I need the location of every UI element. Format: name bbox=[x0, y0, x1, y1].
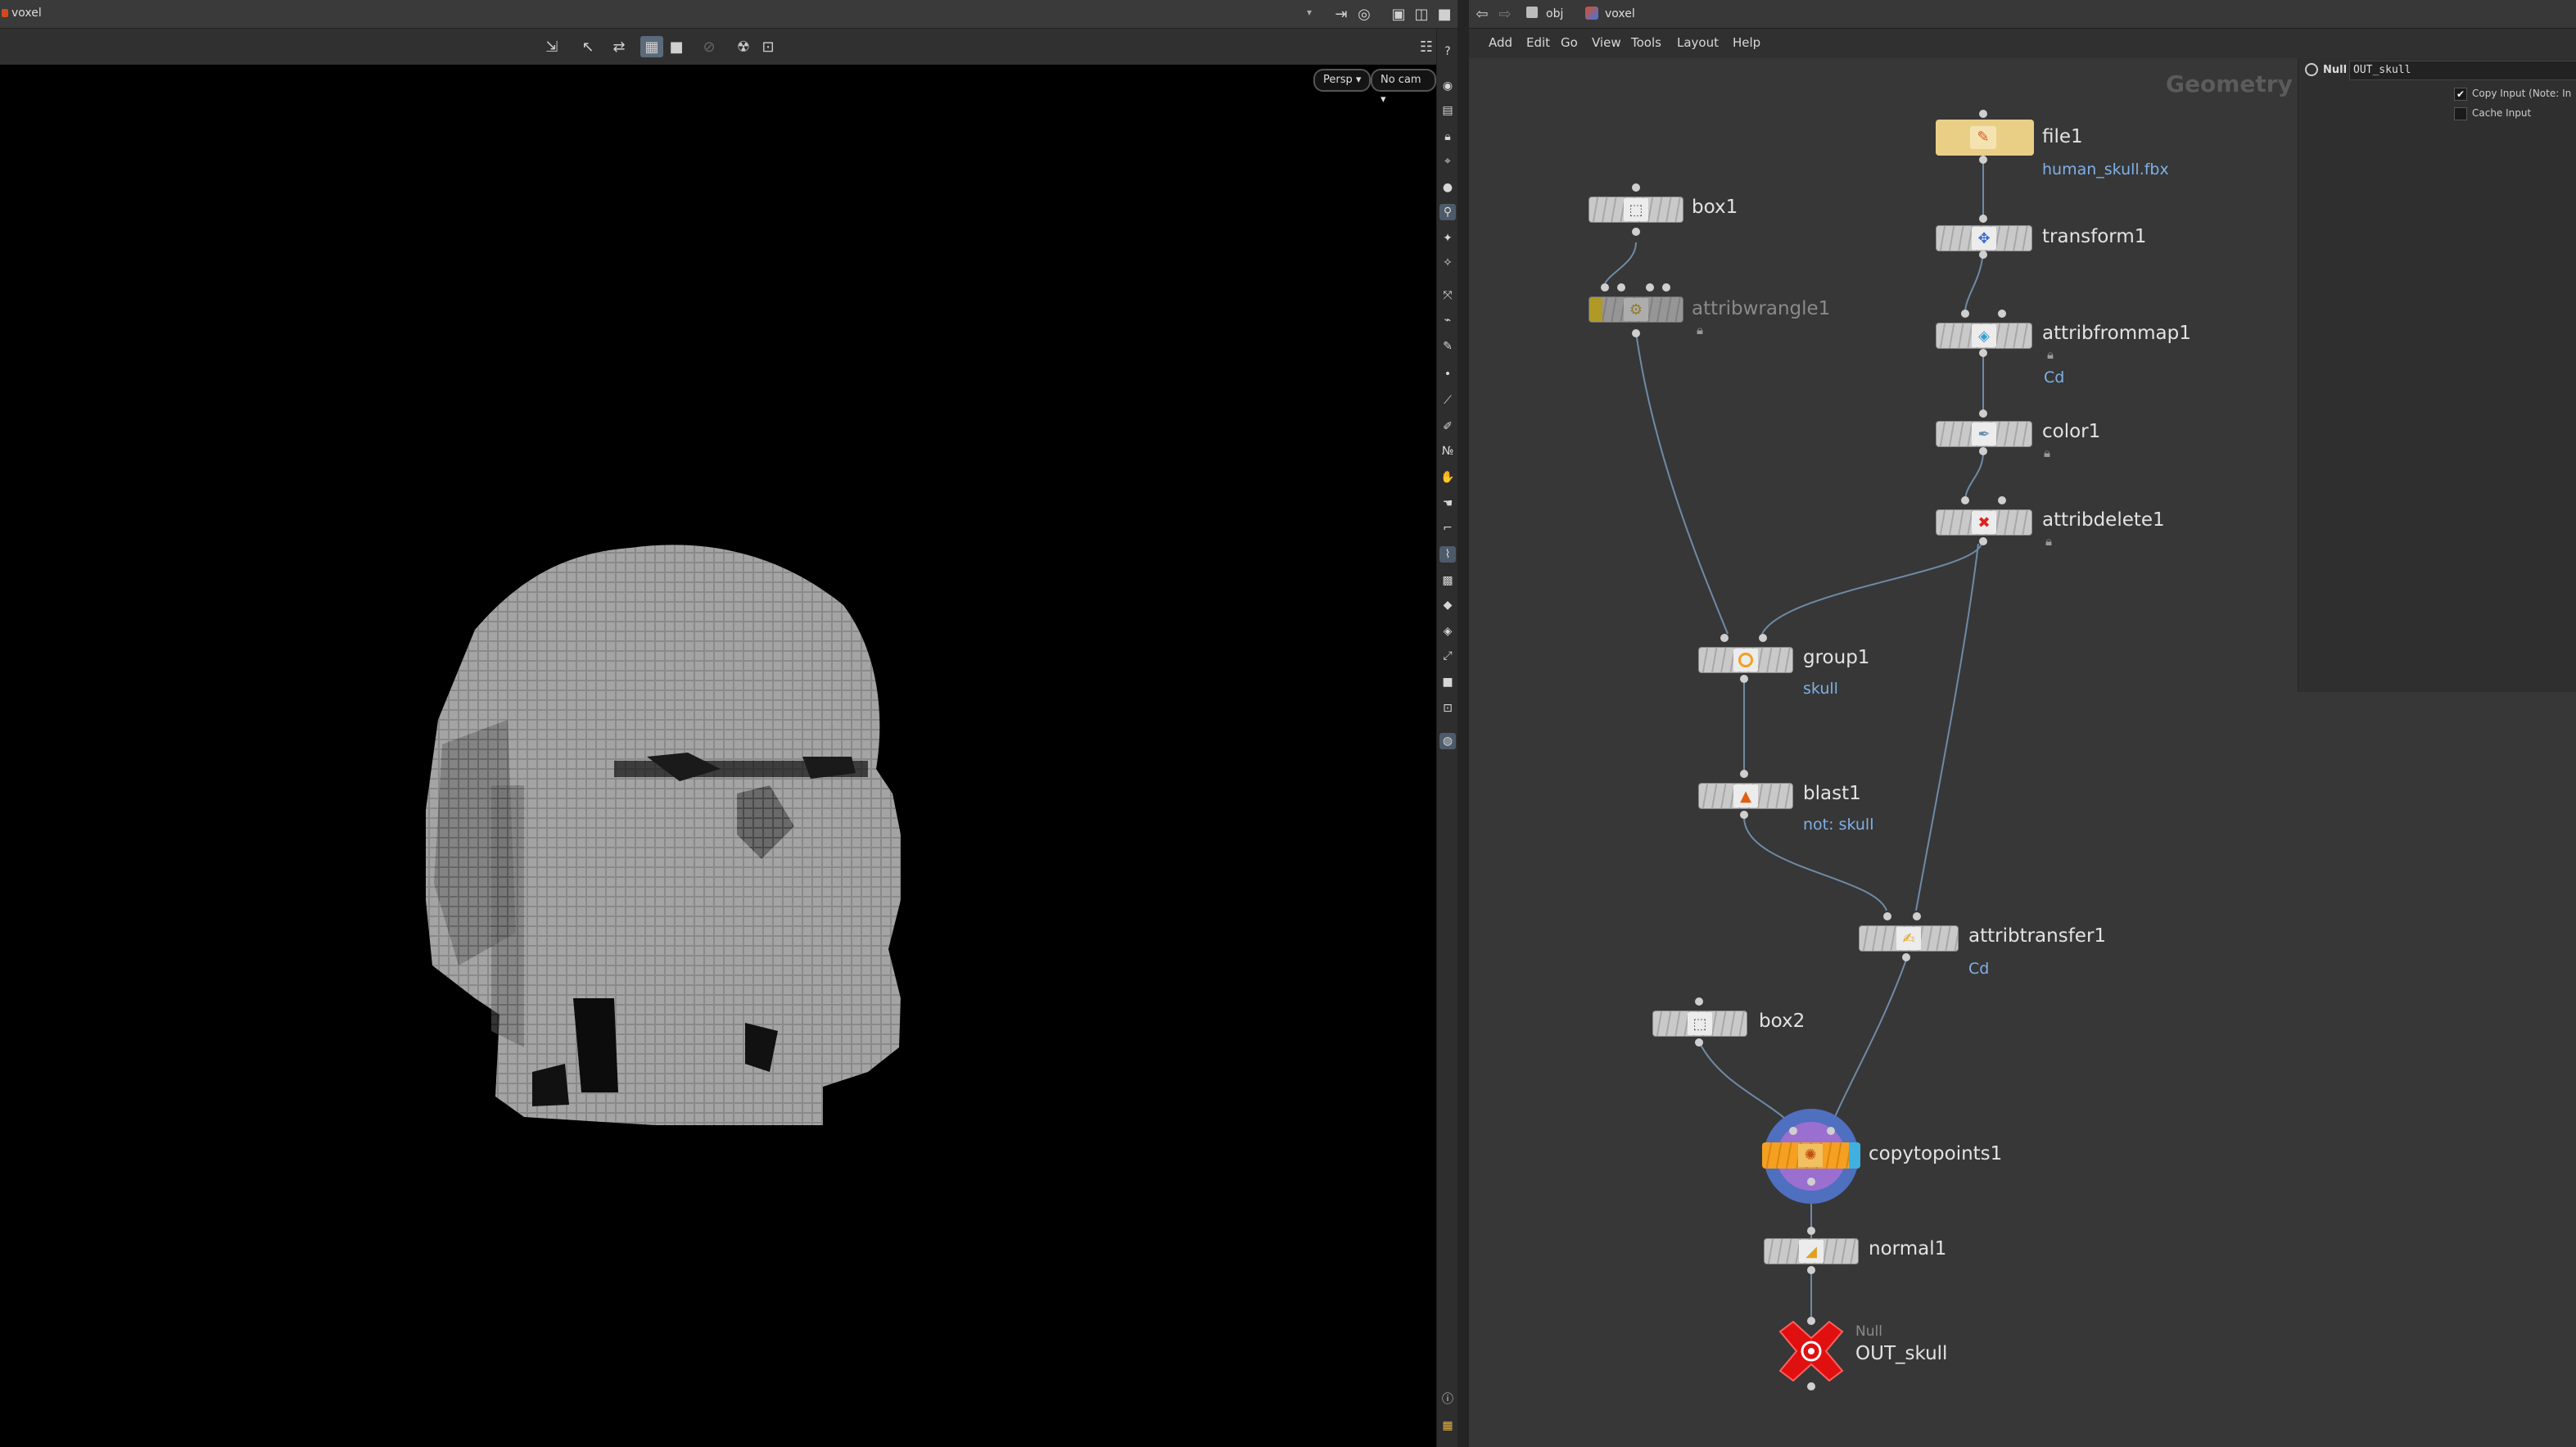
node-label-box1: box1 bbox=[1692, 197, 1738, 218]
box-icon: ⬚ bbox=[1624, 198, 1648, 221]
node-attribwrangle1[interactable]: ⚙ bbox=[1589, 296, 1683, 323]
node-sub-file1: human_skull.fbx bbox=[2042, 161, 2169, 179]
normal-node-icon: ◢ bbox=[1799, 1240, 1824, 1263]
color-node-icon: ✒ bbox=[1972, 423, 1996, 445]
node-attribtransfer1[interactable]: ✍ bbox=[1859, 925, 1959, 952]
node-attribfrommap1[interactable]: ◈ bbox=[1936, 323, 2032, 349]
transfer-node-icon: ✍ bbox=[1896, 927, 1921, 950]
delete-node-icon: ✖ bbox=[1972, 511, 1996, 534]
node-label-blast1: blast1 bbox=[1803, 783, 1861, 804]
node-blast1[interactable]: ▲ bbox=[1698, 783, 1793, 809]
node-sub-attribfrommap1: Cd bbox=[2044, 369, 2065, 387]
node-label-group1: group1 bbox=[1803, 647, 1870, 668]
node-OUT_skull[interactable] bbox=[1775, 1320, 1847, 1382]
node-attribdelete1[interactable]: ✖ bbox=[1936, 509, 2032, 536]
lock-icon: 🔒︎ bbox=[2047, 347, 2054, 362]
node-type-OUT_skull: Null bbox=[1855, 1323, 1882, 1340]
node-label-file1: file1 bbox=[2042, 126, 2083, 147]
node-group1[interactable] bbox=[1698, 647, 1793, 673]
node-label-copytopoints1: copytopoints1 bbox=[1869, 1143, 2003, 1164]
copy-node-icon: ✺ bbox=[1798, 1144, 1823, 1167]
wrangle-node-icon: ⚙ bbox=[1624, 298, 1648, 321]
node-sub-attribtransfer1: Cd bbox=[1968, 960, 1990, 978]
transform-node-icon: ✥ bbox=[1972, 227, 1996, 250]
lock-icon: 🔒︎ bbox=[2044, 445, 2050, 460]
node-label-color1: color1 bbox=[2042, 421, 2101, 442]
group-node-icon bbox=[1733, 649, 1758, 671]
node-color1[interactable]: ✒ bbox=[1936, 421, 2032, 447]
display-flag[interactable] bbox=[1849, 1142, 1860, 1169]
node-label-transform1: transform1 bbox=[2042, 226, 2147, 247]
template-flag[interactable]: ✺ bbox=[1762, 1142, 1860, 1169]
lock-icon: 🔒︎ bbox=[2045, 534, 2052, 549]
bypass-flag[interactable] bbox=[1589, 297, 1602, 322]
node-label-attribtransfer1: attribtransfer1 bbox=[1968, 925, 2107, 947]
node-label-attribdelete1: attribdelete1 bbox=[2042, 509, 2165, 531]
lock-icon: 🔒︎ bbox=[1697, 323, 1703, 337]
node-label-normal1: normal1 bbox=[1869, 1238, 1947, 1259]
node-box1[interactable]: ⬚ bbox=[1589, 197, 1683, 223]
node-copytopoints1[interactable]: ✺ bbox=[1762, 1109, 1860, 1204]
node-normal1[interactable]: ◢ bbox=[1764, 1238, 1859, 1264]
node-transform1[interactable]: ✥ bbox=[1936, 225, 2032, 251]
box-icon: ⬚ bbox=[1688, 1012, 1712, 1035]
network-wires bbox=[1604, 156, 1984, 1320]
node-label-attribfrommap1: attribfrommap1 bbox=[2042, 323, 2191, 344]
map-node-icon: ◈ bbox=[1972, 324, 1996, 347]
blast-node-icon: ▲ bbox=[1733, 785, 1758, 807]
node-box2[interactable]: ⬚ bbox=[1652, 1011, 1747, 1037]
node-sub-group1: skull bbox=[1803, 680, 1838, 698]
file-node-icon: ✎ bbox=[1970, 126, 1996, 149]
node-label-OUT_skull: OUT_skull bbox=[1855, 1343, 1948, 1364]
node-label-attribwrangle1: attribwrangle1 bbox=[1692, 298, 1831, 319]
node-sub-blast1: not: skull bbox=[1803, 816, 1874, 834]
node-label-box2: box2 bbox=[1759, 1011, 1805, 1032]
node-file1[interactable]: ✎ bbox=[1936, 120, 2034, 156]
